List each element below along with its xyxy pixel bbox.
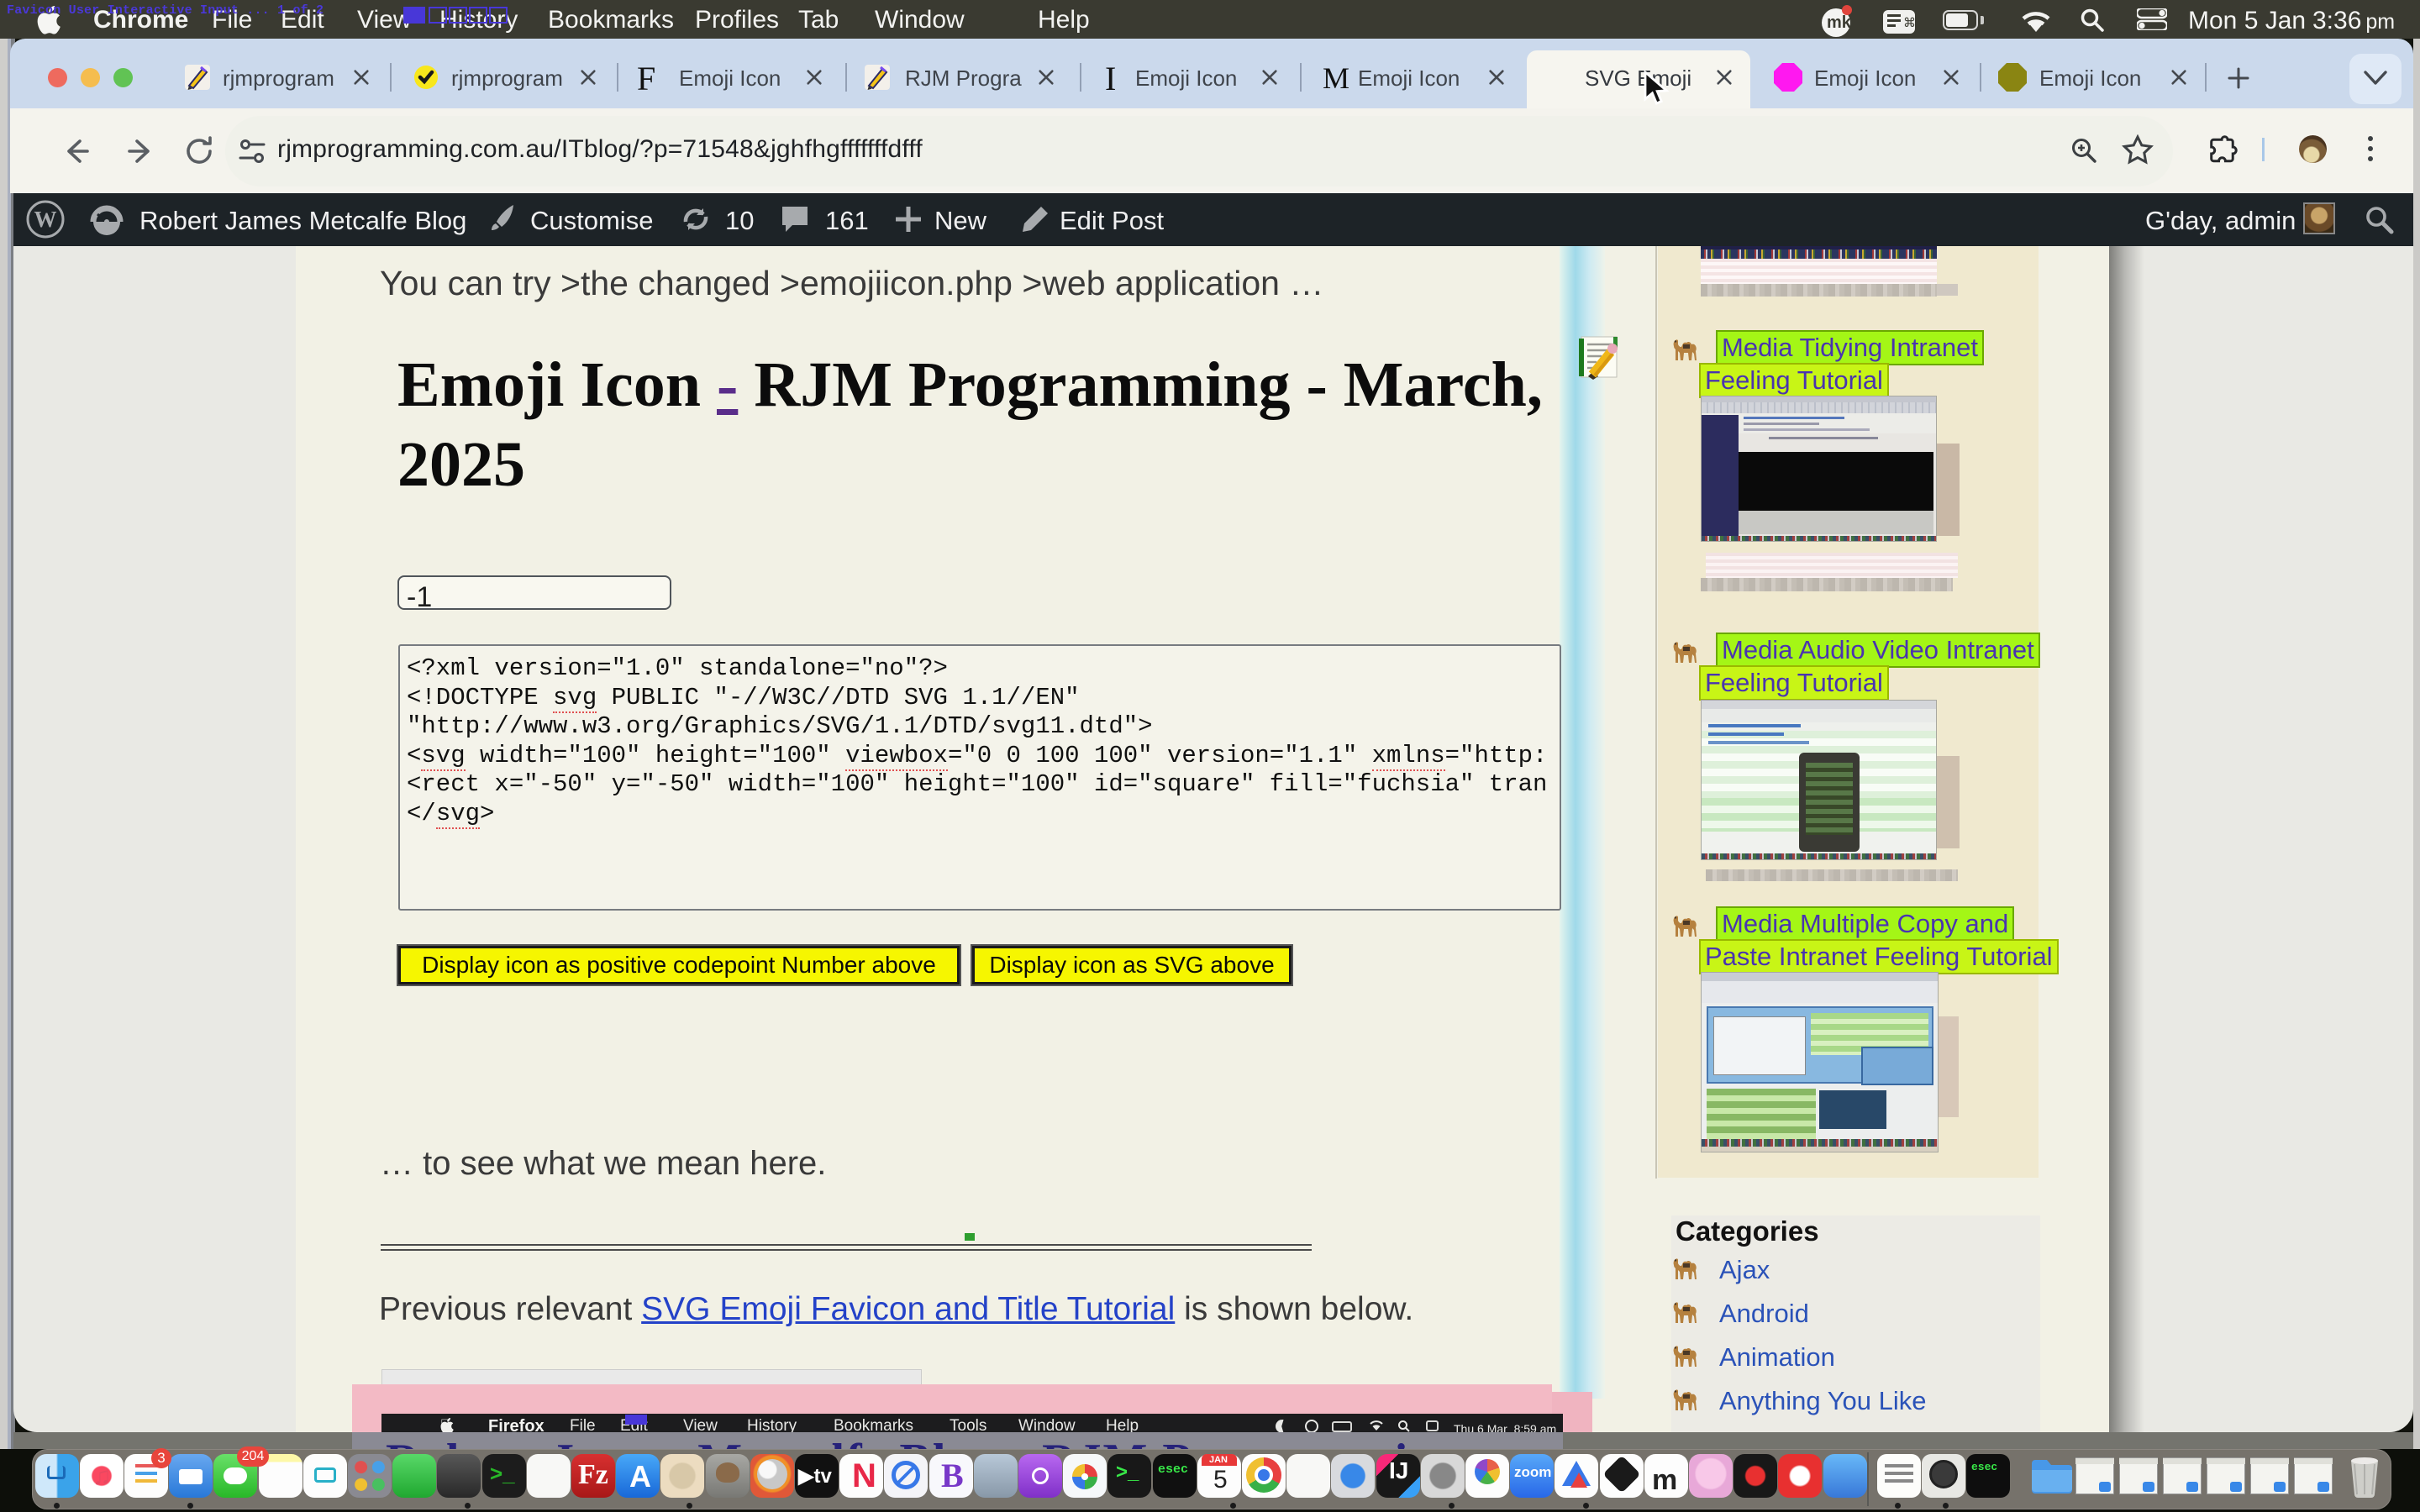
svg-text:W: W <box>34 207 57 232</box>
